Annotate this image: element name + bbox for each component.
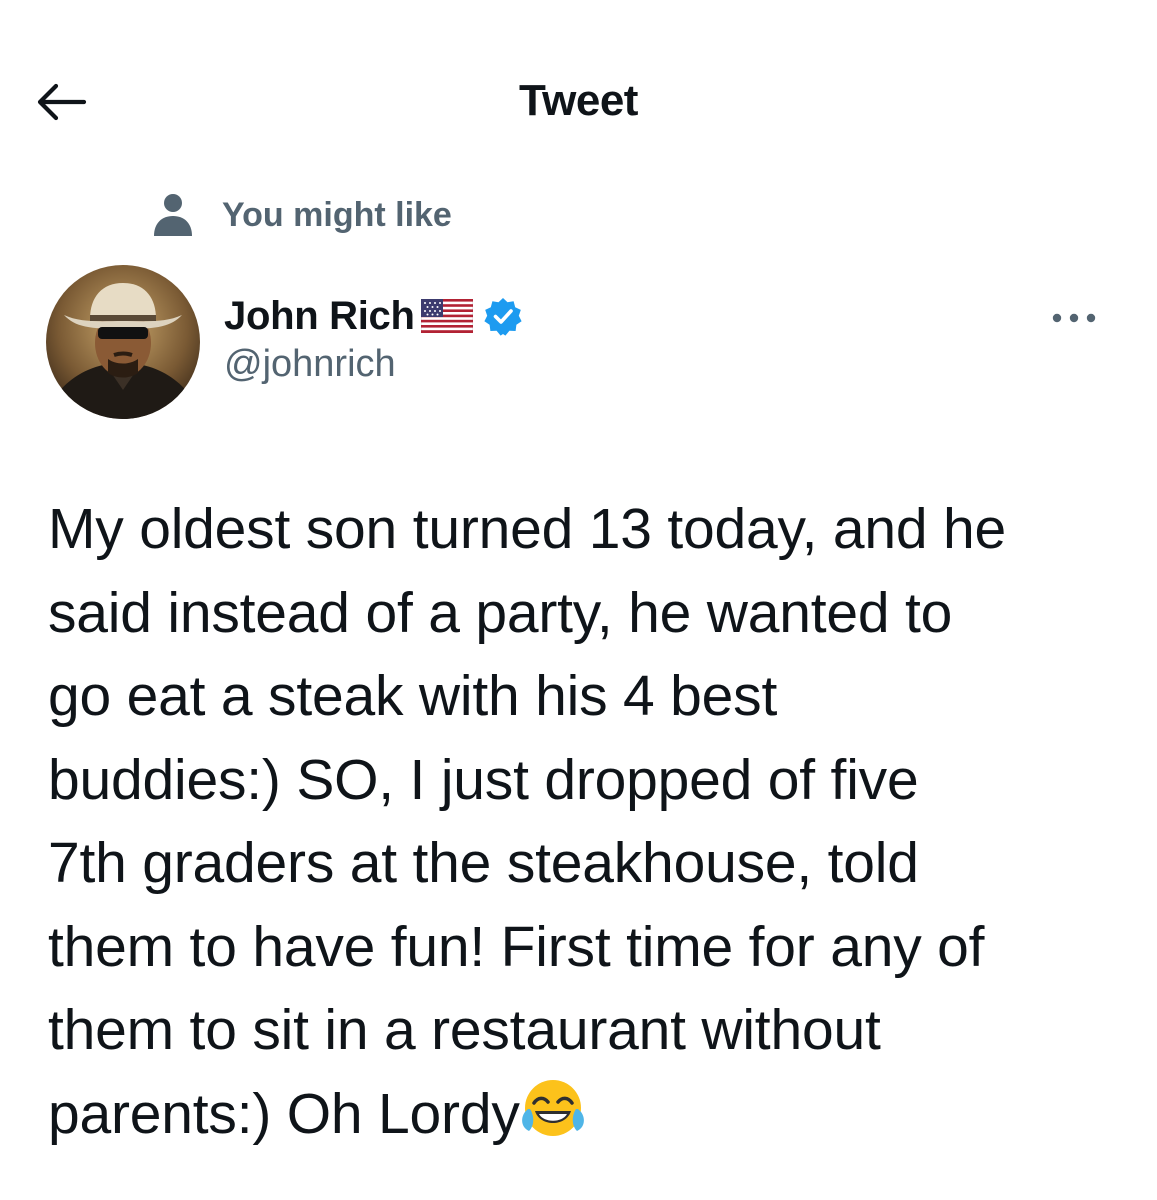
more-horizontal-icon — [1052, 313, 1096, 323]
avatar[interactable] — [46, 265, 200, 419]
handle[interactable]: @johnrich — [224, 343, 523, 386]
tweet-text-line: said instead of a party, he wanted to — [48, 580, 953, 645]
author-name-row: John Rich — [224, 291, 523, 341]
more-options-button[interactable] — [1044, 303, 1104, 333]
us-flag-icon — [420, 298, 474, 334]
face-with-tears-of-joy-icon — [520, 1075, 586, 1141]
tweet-text-line: them to have fun! First time for any of — [48, 914, 985, 979]
tweet-text-line: parents:) Oh Lordy — [48, 1081, 520, 1146]
tweet-text: My oldest son turned 13 today, and he sai… — [48, 488, 1128, 1156]
tweet-text-line: them to sit in a restaurant without — [48, 998, 881, 1062]
display-name[interactable]: John Rich — [224, 294, 415, 339]
author-info: John Rich @johnrich — [224, 291, 523, 386]
tweet-text-line: My oldest son turned 13 today, and he — [48, 497, 1007, 561]
tweet-text-last-line: parents:) Oh Lordy — [48, 1073, 1128, 1157]
tweet-text-line: 7th graders at the steakhouse, told — [48, 831, 919, 895]
tweet-author-row: John Rich @johnrich — [46, 265, 1116, 425]
social-context: You might like — [150, 190, 452, 240]
social-context-label: You might like — [222, 195, 452, 234]
person-icon — [150, 192, 196, 238]
top-bar: Tweet — [0, 0, 1157, 200]
tweet-text-line: go eat a steak with his 4 best — [48, 664, 778, 728]
verified-badge-icon — [483, 296, 523, 336]
tweet-text-line: buddies:) SO, I just dropped of five — [48, 747, 919, 812]
page-title: Tweet — [519, 76, 638, 125]
